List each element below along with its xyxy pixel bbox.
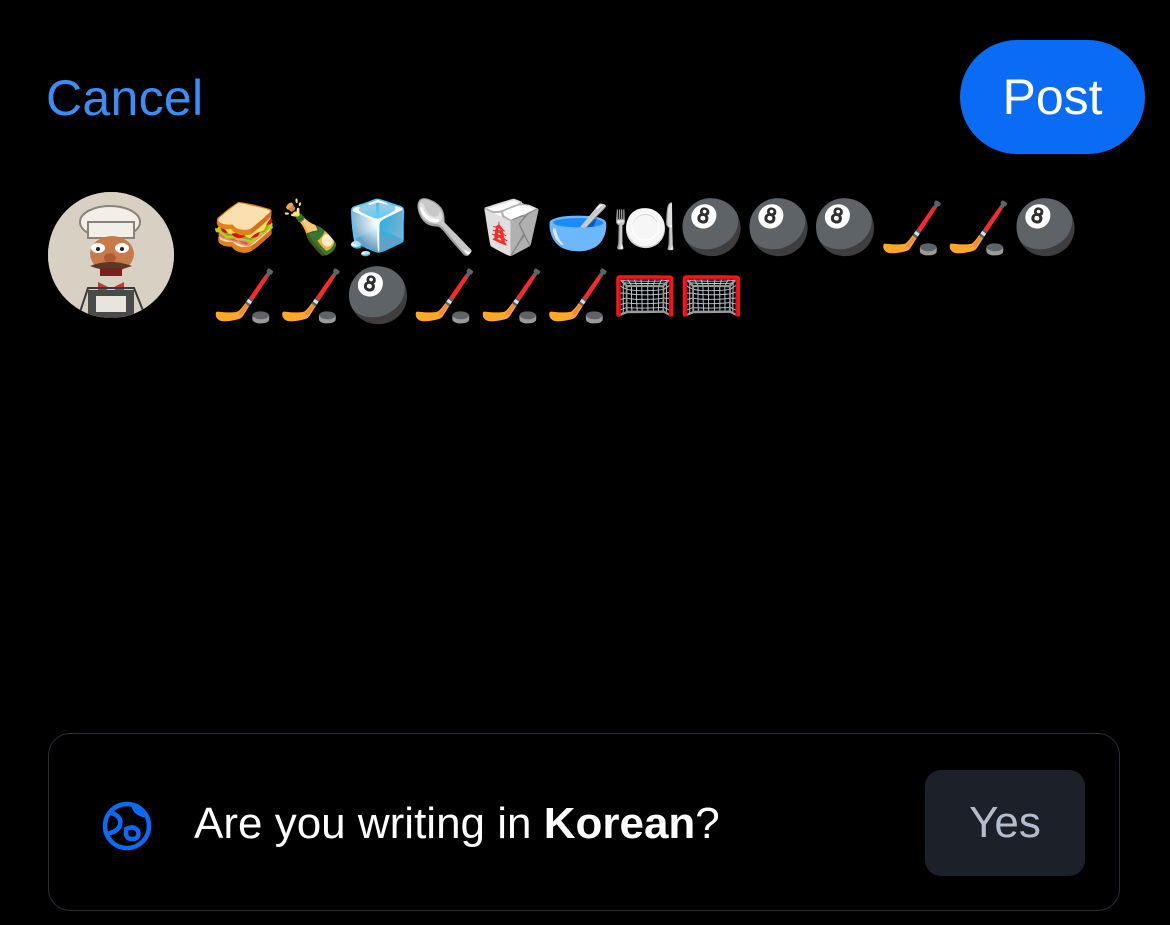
post-button[interactable]: Post <box>960 40 1145 154</box>
language-question: Are you writing in Korean? <box>194 796 720 852</box>
post-text[interactable]: 🥪🍾🧊🥄🥡🥣🍽️🎱🎱🎱🏒🏒🎱🏒🏒🎱🏒🏒🏒🥅🥅 <box>212 194 1122 330</box>
globe-icon <box>102 801 152 851</box>
language-question-suffix: ? <box>695 799 720 848</box>
chef-avatar-icon <box>48 192 174 318</box>
yes-button[interactable]: Yes <box>925 770 1085 876</box>
composer: 🥪🍾🧊🥄🥡🥣🍽️🎱🎱🎱🏒🏒🎱🏒🏒🎱🏒🏒🏒🥅🥅 <box>0 180 1170 700</box>
avatar[interactable] <box>48 192 174 318</box>
language-name: Korean <box>543 799 696 848</box>
language-question-prefix: Are you writing in <box>194 799 544 848</box>
compose-header: Cancel Post <box>0 0 1170 170</box>
cancel-button[interactable]: Cancel <box>46 68 203 128</box>
